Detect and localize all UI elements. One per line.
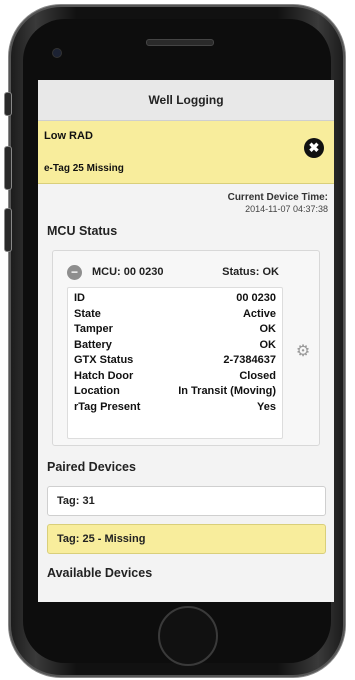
volume-up-button [4,146,12,190]
paired-tag-25-missing[interactable]: Tag: 25 - Missing [47,524,326,554]
mcu-status-heading: MCU Status [47,224,118,238]
device-time-value: 2014-11-07 04:37:38 [245,204,328,214]
row-value: OK [259,338,277,351]
paired-devices-heading: Paired Devices [47,460,136,474]
front-camera [52,48,62,58]
row-value: Active [242,307,276,320]
earpiece-speaker [146,39,214,46]
row-key: Tamper [74,323,113,335]
alert-banner: Low RAD e-Tag 25 Missing ✖ [38,121,334,184]
table-row: Hatch Door Closed [74,370,276,386]
mcu-status: Status: OK [222,266,279,278]
row-key: ID [74,292,85,304]
mcu-title: MCU: 00 0230 [92,266,164,278]
mcu-panel: − MCU: 00 0230 Status: OK ID 00 0230 Stat… [52,250,320,446]
close-alert-button[interactable]: ✖ [304,138,324,158]
row-key: Location [74,385,120,397]
row-value: 2-7384637 [223,354,276,366]
device-time: Current Device Time: 2014-11-07 04:37:38 [38,184,334,214]
row-key: GTX Status [74,354,134,366]
row-key: rTag Present [74,400,141,413]
device-time-label: Current Device Time: [227,192,328,203]
page-title: Well Logging [148,93,224,107]
app-screen: Well Logging Low RAD e-Tag 25 Missing ✖ … [38,80,334,602]
table-row: Battery OK [74,339,276,355]
available-devices-heading: Available Devices [47,566,153,580]
table-row: ID 00 0230 [74,292,276,308]
table-row: Tamper OK [74,323,276,339]
row-value: OK [259,323,277,335]
row-value: In Transit (Moving) [178,385,276,397]
collapse-icon[interactable]: − [67,264,82,280]
paired-tag-31[interactable]: Tag: 31 [47,486,326,516]
row-key: Battery [74,338,112,351]
mcu-detail-table: ID 00 0230 State Active Tamper OK Battery OK… [67,287,283,439]
mute-switch [4,92,12,116]
table-row: GTX Status 2-7384637 [74,354,276,370]
table-row: State Active [74,308,276,324]
alert-line-tag-missing: e-Tag 25 Missing [44,163,124,174]
row-value: 00 0230 [236,292,276,304]
row-key: State [74,307,101,320]
home-button[interactable] [158,606,218,666]
row-key: Hatch Door [74,369,134,382]
table-row: Location In Transit (Moving) [74,385,276,401]
mcu-header[interactable]: − MCU: 00 0230 Status: OK [67,263,279,281]
table-row: rTag Present Yes [74,401,276,417]
volume-down-button [4,208,12,252]
alert-line-low-rad: Low RAD [44,130,93,142]
close-icon: ✖ [308,140,320,155]
gear-icon[interactable]: ⚙ [293,341,313,361]
title-bar: Well Logging [38,80,334,121]
row-value: Closed [239,369,276,382]
row-value: Yes [257,400,276,413]
